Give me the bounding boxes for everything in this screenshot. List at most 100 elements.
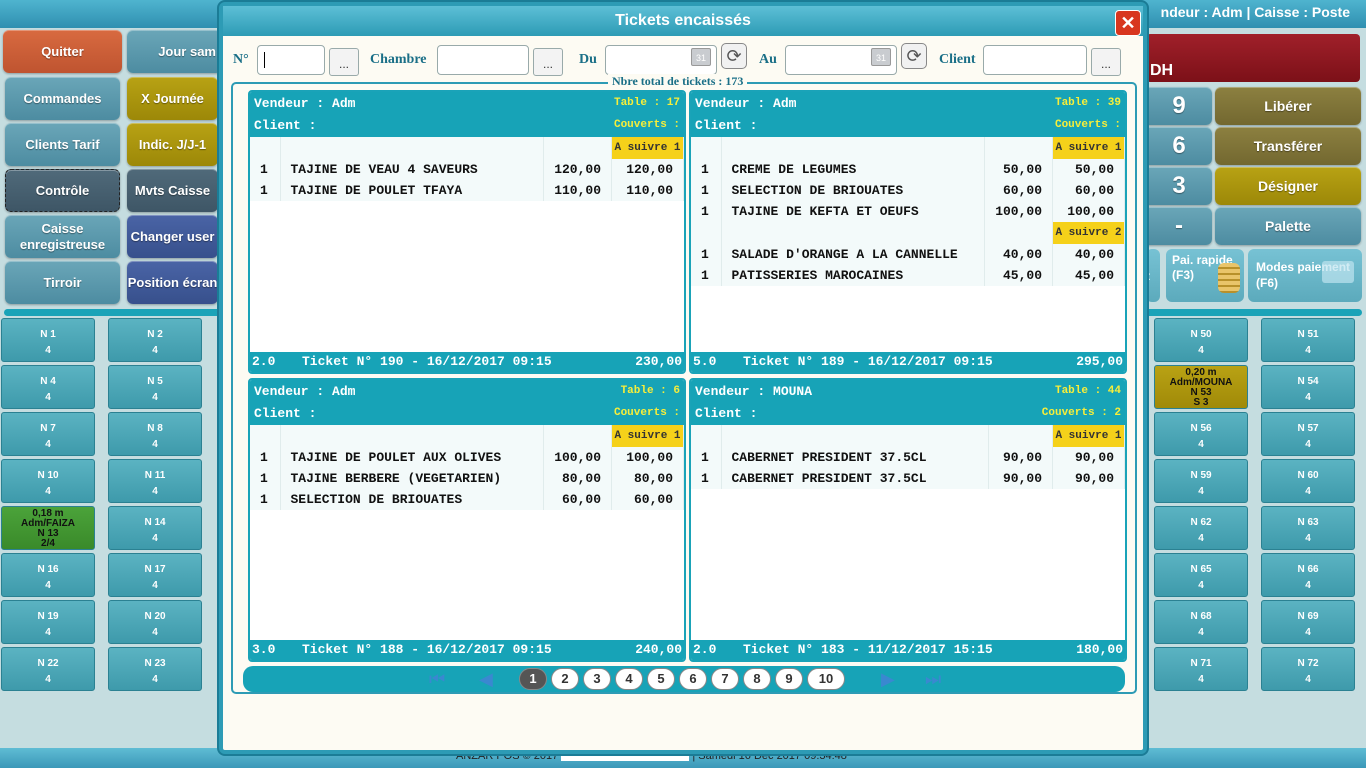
hidden-pay-button[interactable]: t <box>1146 249 1160 302</box>
table-tile[interactable]: N 68 4 <box>1154 600 1248 644</box>
liberer-button[interactable]: Libérer <box>1215 87 1361 125</box>
table-tile[interactable]: N 60 4 <box>1261 459 1355 503</box>
numpad-key[interactable]: 6 <box>1146 127 1212 165</box>
table-tile[interactable]: N 71 4 <box>1154 647 1248 691</box>
table-tile[interactable]: N 65 4 <box>1154 553 1248 597</box>
table-tile[interactable]: N 62 4 <box>1154 506 1248 550</box>
x-journee-button[interactable]: X Journée <box>127 77 218 120</box>
table-tile[interactable]: 0,20 m Adm/MOUNA N 53 S 3 <box>1154 365 1248 409</box>
page-button[interactable]: 4 <box>615 668 643 690</box>
page-button[interactable]: 2 <box>551 668 579 690</box>
quitter-button[interactable]: Quitter <box>3 30 122 73</box>
a-suivre-badge: A suivre 1 <box>1053 425 1124 447</box>
line-unit-price: 90,00 <box>988 468 1053 489</box>
ticket-line: 1 TAJINE DE POULET TFAYA 110,00 110,00 <box>250 180 684 201</box>
tile-count: 4 <box>45 345 51 356</box>
au-label: Au <box>759 52 777 67</box>
line-unit-price: 40,00 <box>984 244 1053 265</box>
indic-button[interactable]: Indic. J/J-1 <box>127 123 218 166</box>
table-tile[interactable]: N 19 4 <box>1 600 95 644</box>
ticket-card[interactable]: Vendeur : Adm Client : Table : 6 Couvert… <box>248 378 686 662</box>
close-icon[interactable]: ✕ <box>1115 10 1141 36</box>
table-tile[interactable]: N 16 4 <box>1 553 95 597</box>
transferer-button[interactable]: Transférer <box>1215 127 1361 165</box>
changer-user-button[interactable]: Changer user <box>127 215 218 258</box>
numpad-key[interactable]: 9 <box>1146 87 1212 125</box>
line-product: TAJINE DE KEFTA ET OEUFS <box>721 201 986 222</box>
table-tile[interactable]: N 14 <box>1 318 95 362</box>
au-calendar-icon[interactable]: 31 <box>871 48 891 66</box>
table-tile[interactable]: N 22 4 <box>1 647 95 691</box>
modes-paiement-button[interactable]: Modes paiement (F6) <box>1248 249 1362 302</box>
table-tile[interactable]: N 59 4 <box>1154 459 1248 503</box>
mvts-caisse-button[interactable]: Mvts Caisse <box>127 169 218 212</box>
client-input[interactable] <box>983 45 1087 75</box>
tile-count: 4 <box>1305 439 1311 450</box>
table-tile[interactable]: N 23 4 <box>108 647 202 691</box>
page-button[interactable]: 9 <box>775 668 803 690</box>
table-tile[interactable]: N 10 4 <box>1 459 95 503</box>
table-tile[interactable]: N 17 4 <box>108 553 202 597</box>
last-page-icon[interactable]: ⏭ <box>925 669 941 689</box>
position-ecran-button[interactable]: Position écran <box>127 261 218 304</box>
prev-page-icon[interactable]: ◀ <box>479 669 493 689</box>
table-tile[interactable]: 0,18 m Adm/FAIZA N 13 2/4 <box>1 506 95 550</box>
caisse-enregistreuse-button[interactable]: Caisse enregistreuse <box>5 215 120 258</box>
no-input[interactable] <box>257 45 325 75</box>
chambre-browse-button[interactable]: ... <box>533 48 563 76</box>
page-button[interactable]: 5 <box>647 668 675 690</box>
tirroir-button[interactable]: Tirroir <box>5 261 120 304</box>
page-button[interactable]: 3 <box>583 668 611 690</box>
next-page-icon[interactable]: ▶ <box>881 669 895 689</box>
page-button[interactable]: 6 <box>679 668 707 690</box>
page-button[interactable]: 10 <box>807 668 845 690</box>
client-label: Client <box>939 52 976 67</box>
page-button[interactable]: 1 <box>519 668 547 690</box>
line-qty: 1 <box>691 201 722 222</box>
table-tile[interactable]: N 20 4 <box>108 600 202 644</box>
journee-button[interactable]: Jour sam <box>127 30 222 73</box>
clients-tarif-button[interactable]: Clients Tarif <box>5 123 120 166</box>
controle-button[interactable]: Contrôle <box>5 169 120 212</box>
ticket-line: 1 PATISSERIES MAROCAINES 45,00 45,00 <box>691 265 1125 286</box>
table-tile[interactable]: N 72 4 <box>1261 647 1355 691</box>
table-tile[interactable]: N 14 4 <box>108 506 202 550</box>
ticket-lines: A suivre 1 1 TAJINE DE VEAU 4 SAVEURS 120,0… <box>250 137 684 201</box>
page-button[interactable]: 7 <box>711 668 739 690</box>
table-tile[interactable]: N 54 4 <box>1261 365 1355 409</box>
table-tile[interactable]: N 69 4 <box>1261 600 1355 644</box>
ticket-card[interactable]: Vendeur : MOUNA Client : Table : 44 Couv… <box>689 378 1127 662</box>
table-tile[interactable]: N 24 <box>108 318 202 362</box>
table-tile[interactable]: N 51 4 <box>1261 318 1355 362</box>
first-page-icon[interactable]: ⏮ <box>429 669 445 689</box>
table-tile[interactable]: N 11 4 <box>108 459 202 503</box>
no-browse-button[interactable]: ... <box>329 48 359 76</box>
line-total: 50,00 <box>1052 159 1125 180</box>
table-tile[interactable]: N 57 4 <box>1261 412 1355 456</box>
chambre-input[interactable] <box>437 45 529 75</box>
table-tile[interactable]: N 54 <box>108 365 202 409</box>
numpad-key[interactable]: - <box>1146 207 1212 245</box>
au-refresh-icon[interactable]: ⟳ <box>901 43 927 69</box>
tile-name: N 71 <box>1190 658 1212 669</box>
table-tile[interactable]: N 44 <box>1 365 95 409</box>
page-button[interactable]: 8 <box>743 668 771 690</box>
table-tile[interactable]: N 66 4 <box>1261 553 1355 597</box>
tile-name: N 2 <box>147 329 163 340</box>
table-tile[interactable]: N 74 <box>1 412 95 456</box>
pai-rapide-button[interactable]: Pai. rapide (F3) <box>1166 249 1244 302</box>
palette-button[interactable]: Palette <box>1215 207 1361 245</box>
du-refresh-icon[interactable]: ⟳ <box>721 43 747 69</box>
ticket-card[interactable]: Vendeur : Adm Client : Table : 39 Couver… <box>689 90 1127 374</box>
table-tile[interactable]: N 63 4 <box>1261 506 1355 550</box>
client-browse-button[interactable]: ... <box>1091 48 1121 76</box>
designer-button[interactable]: Désigner <box>1215 167 1361 205</box>
table-tile[interactable]: N 56 4 <box>1154 412 1248 456</box>
table-tile[interactable]: N 50 4 <box>1154 318 1248 362</box>
ticket-card[interactable]: Vendeur : Adm Client : Table : 17 Couver… <box>248 90 686 374</box>
du-calendar-icon[interactable]: 31 <box>691 48 711 66</box>
table-tile[interactable]: N 84 <box>108 412 202 456</box>
numpad-key[interactable]: 3 <box>1146 167 1212 205</box>
tile-count: 4 <box>45 439 51 450</box>
commandes-button[interactable]: Commandes <box>5 77 120 120</box>
